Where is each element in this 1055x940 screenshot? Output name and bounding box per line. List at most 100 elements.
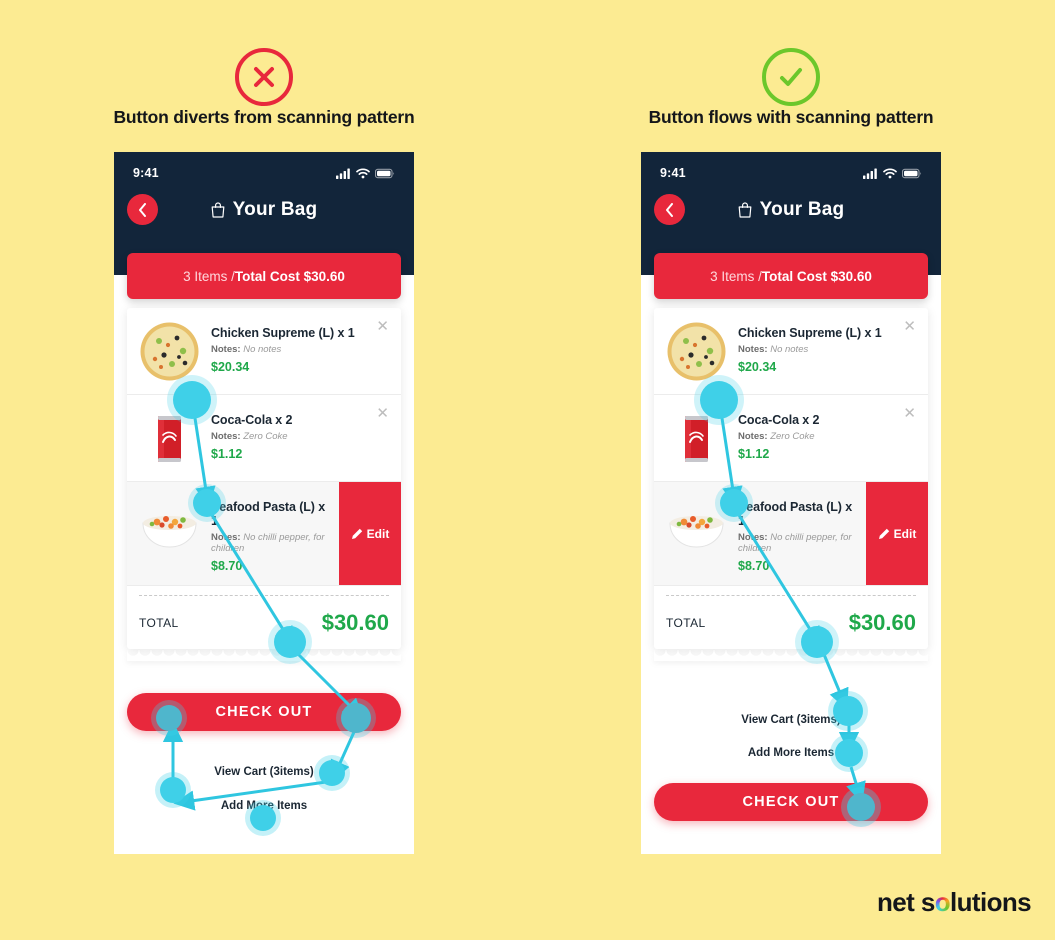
receipt-card: Chicken Supreme (L) x 1 Notes: No notes … — [654, 308, 928, 649]
cart-item-notes: Notes: No chilli pepper, for children — [211, 532, 329, 554]
total-label: TOTAL — [139, 615, 179, 630]
cart-item-price: $8.70 — [211, 559, 243, 573]
cart-summary-count: 3 Items / — [710, 268, 762, 284]
cart-item-info: Chicken Supreme (L) x 1 Notes: No notes … — [200, 321, 355, 374]
cart-item-title: Coca-Cola x 2 — [738, 413, 820, 427]
page-title-text: Your Bag — [232, 198, 318, 220]
cart-item-price: $20.34 — [738, 360, 777, 374]
cart-item-notes: Notes: No notes — [738, 344, 882, 355]
cart-item-title: Coca-Cola x 2 — [211, 413, 293, 427]
wifi-icon — [883, 167, 897, 178]
cart-item-info: Coca-Cola x 2 Notes: Zero Coke $1.12 — [200, 408, 292, 461]
phone-mockup-bad: 9:41 Your Bag 3 Items / Total Cost $30.6… — [114, 152, 414, 854]
cart-item-info: Seafood Pasta (L) x 1 Notes: No chilli p… — [200, 495, 329, 573]
close-icon[interactable]: ✕ — [903, 319, 916, 334]
cart-item-notes: Notes: No notes — [211, 344, 355, 355]
page-title: Your Bag — [114, 199, 414, 221]
cart-item-title: Seafood Pasta (L) x 1 — [211, 500, 326, 528]
cross-circle-icon — [235, 48, 293, 106]
total-row: TOTAL $30.60 — [666, 596, 916, 649]
close-icon[interactable]: ✕ — [376, 319, 389, 334]
close-icon[interactable]: ✕ — [376, 406, 389, 421]
cart-summary-total: Total Cost $30.60 — [761, 268, 872, 284]
pasta-bowl-icon — [666, 495, 727, 556]
view-cart-link[interactable]: View Cart (3items) — [641, 714, 941, 726]
status-bar: 9:41 — [114, 152, 414, 180]
cart-item-row[interactable]: Seafood Pasta (L) x 1 Notes: No chilli p… — [654, 482, 928, 586]
status-time: 9:41 — [133, 166, 159, 180]
brand-part-1: net s — [877, 887, 935, 917]
checkout-button-label: CHECK OUT — [742, 794, 840, 810]
add-more-items-link[interactable]: Add More Items — [641, 747, 941, 759]
checkout-button[interactable]: CHECK OUT — [127, 693, 401, 731]
cart-item-info: Chicken Supreme (L) x 1 Notes: No notes … — [727, 321, 882, 374]
brand-part-2: lutions — [949, 887, 1032, 917]
total-label: TOTAL — [666, 615, 706, 630]
battery-icon — [902, 168, 921, 178]
check-circle-icon — [762, 48, 820, 106]
status-icons — [863, 167, 922, 179]
total-value: $30.60 — [848, 609, 916, 635]
cola-can-icon — [139, 408, 200, 469]
close-icon[interactable]: ✕ — [903, 406, 916, 421]
nav-bar: Your Bag — [114, 180, 414, 225]
verdict-caption: Button diverts from scanning pattern — [113, 107, 415, 127]
status-bar: 9:41 — [641, 152, 941, 180]
cart-item-notes: Notes: No chilli pepper, for children — [738, 532, 856, 554]
cart-item-row[interactable]: Chicken Supreme (L) x 1 Notes: No notes … — [654, 308, 928, 395]
pencil-icon — [351, 528, 362, 539]
cart-summary-total: Total Cost $30.60 — [234, 268, 345, 284]
cart-item-title: Chicken Supreme (L) x 1 — [738, 326, 882, 340]
edit-button-label: Edit — [893, 526, 917, 541]
cart-summary-bar: 3 Items / Total Cost $30.60 — [127, 253, 401, 299]
notes-value: Zero Coke — [240, 431, 288, 442]
cart-item-price: $1.12 — [211, 447, 243, 461]
notes-label: Notes: — [211, 431, 241, 442]
brand-colored-o: o — [934, 887, 951, 917]
checkout-button-label: CHECK OUT — [215, 704, 313, 720]
cart-item-row[interactable]: Coca-Cola x 2 Notes: Zero Coke $1.12 ✕ — [654, 395, 928, 482]
total-value: $30.60 — [321, 609, 389, 635]
status-time: 9:41 — [660, 166, 686, 180]
cart-item-row[interactable]: Seafood Pasta (L) x 1 Notes: No chilli p… — [127, 482, 401, 586]
pencil-icon — [878, 528, 889, 539]
total-zone: TOTAL $30.60 — [127, 595, 401, 649]
cart-summary-bar: 3 Items / Total Cost $30.60 — [654, 253, 928, 299]
panel-bad-example: Button diverts from scanning pattern 9:4… — [0, 0, 528, 940]
add-more-label: Add More Items — [747, 747, 835, 759]
cart-item-price: $8.70 — [738, 559, 770, 573]
cart-item-title: Chicken Supreme (L) x 1 — [211, 326, 355, 340]
cart-item-info: Coca-Cola x 2 Notes: Zero Coke $1.12 — [727, 408, 819, 461]
nav-bar: Your Bag — [641, 180, 941, 225]
total-zone: TOTAL $30.60 — [654, 595, 928, 649]
cart-item-info: Seafood Pasta (L) x 1 Notes: No chilli p… — [727, 495, 856, 573]
edit-button[interactable]: Edit — [339, 482, 401, 585]
cart-item-title: Seafood Pasta (L) x 1 — [738, 500, 853, 528]
pasta-bowl-icon — [139, 495, 200, 556]
verdict-caption: Button flows with scanning pattern — [648, 107, 934, 127]
add-more-label: Add More Items — [220, 800, 308, 812]
checkout-button[interactable]: CHECK OUT — [654, 783, 928, 821]
receipt-card: Chicken Supreme (L) x 1 Notes: No notes … — [127, 308, 401, 649]
cart-item-notes: Notes: Zero Coke — [211, 431, 292, 442]
view-cart-link[interactable]: View Cart (3items) — [114, 766, 414, 778]
cart-item-row[interactable]: Chicken Supreme (L) x 1 Notes: No notes … — [127, 308, 401, 395]
status-icons — [336, 167, 395, 179]
edit-button-label: Edit — [366, 526, 390, 541]
shopping-bag-icon — [738, 201, 752, 218]
notes-label: Notes: — [211, 344, 241, 355]
notes-value: No notes — [240, 344, 282, 355]
notes-label: Notes: — [738, 431, 768, 442]
wifi-icon — [356, 167, 370, 178]
cart-item-row[interactable]: Coca-Cola x 2 Notes: Zero Coke $1.12 ✕ — [127, 395, 401, 482]
notes-label: Notes: — [738, 532, 768, 543]
cart-summary-count: 3 Items / — [183, 268, 235, 284]
page-title: Your Bag — [641, 199, 941, 221]
cellular-bars-icon — [336, 168, 350, 179]
receipt-scallop-edge — [127, 650, 401, 661]
page-title-text: Your Bag — [759, 198, 845, 220]
phone-mockup-good: 9:41 Your Bag 3 Items / Total Cost $30.6… — [641, 152, 941, 854]
add-more-items-link[interactable]: Add More Items — [114, 800, 414, 812]
notes-value: Zero Coke — [767, 431, 815, 442]
edit-button[interactable]: Edit — [866, 482, 928, 585]
